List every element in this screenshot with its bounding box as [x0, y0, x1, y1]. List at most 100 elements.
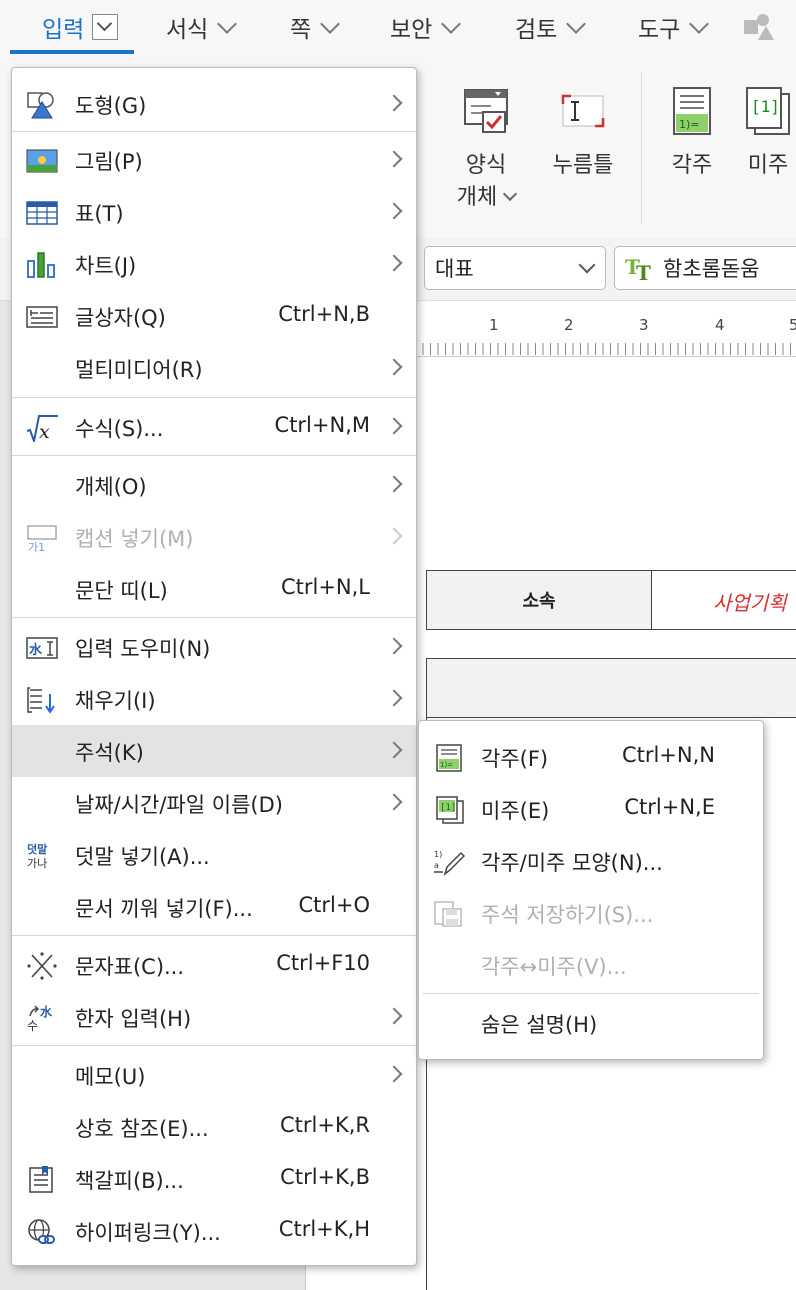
menu-item-label: 한자 입력(H)	[75, 1007, 192, 1031]
menu-item-label: 글상자(Q)	[75, 306, 166, 330]
svg-text:1)=: 1)=	[440, 761, 453, 769]
menu-item-multimedia[interactable]: 멀티미디어(R)	[12, 342, 416, 394]
svg-text:덧말: 덧말	[27, 842, 47, 856]
endnote-button[interactable]: [1] 미주	[740, 86, 796, 182]
menu-item-annotation[interactable]: 주석(K)	[12, 725, 416, 777]
menu-item-label: 문단 띠(L)	[75, 579, 168, 603]
chevron-right-icon	[385, 689, 403, 707]
style-combo[interactable]: 대표	[424, 246, 606, 290]
hyperlink-icon	[28, 1219, 55, 1244]
chevron-right-icon	[385, 1065, 403, 1083]
tab-input[interactable]: 입력	[42, 10, 119, 44]
menu-item-symbol[interactable]: 문자표(C)... Ctrl+F10	[12, 939, 416, 991]
svg-text:가나: 가나	[27, 857, 47, 870]
shape-icon	[27, 92, 54, 119]
menu-item-textbox[interactable]: 글상자(Q) Ctrl+N,B	[12, 290, 416, 342]
tab-page-label: 쪽	[290, 17, 312, 43]
menu-item-hanja-input[interactable]: 水 수 한자 입력(H)	[12, 991, 416, 1043]
menu-item-chart[interactable]: 차트(J)	[12, 238, 416, 290]
menu-item-paragraph-band[interactable]: 문단 띠(L) Ctrl+N,L	[12, 563, 416, 615]
hanja-icon: 水 수	[27, 1004, 53, 1032]
footnote-button[interactable]: 1)= 각주	[664, 86, 720, 182]
menu-item-label: 날짜/시간/파일 이름(D)	[75, 793, 283, 817]
svg-text:1)=: 1)=	[679, 118, 700, 131]
tab-format[interactable]: 서식	[166, 10, 238, 44]
menu-item-table[interactable]: 표(T)	[12, 186, 416, 238]
tab-security[interactable]: 보안	[390, 10, 462, 44]
menu-item-formula[interactable]: x 수식(S)... Ctrl+N,M	[12, 401, 416, 453]
chevron-down-icon	[578, 256, 596, 274]
chevron-right-icon	[385, 741, 403, 759]
menu-separator	[12, 935, 416, 936]
menu-item-hyperlink[interactable]: 하이퍼링크(Y)... Ctrl+K,H	[12, 1205, 416, 1257]
menu-item-date-time-filename[interactable]: 날짜/시간/파일 이름(D)	[12, 777, 416, 829]
menu-item-label: 상호 참조(E)...	[75, 1117, 209, 1141]
menu-item-input-helper[interactable]: 水 입력 도우미(N)	[12, 621, 416, 673]
menu-item-label: 메모(U)	[75, 1065, 146, 1089]
menu-item-label: 주석(K)	[75, 741, 144, 765]
svg-text:T: T	[636, 261, 651, 282]
menu-item-label: 각주/미주 모양(N)...	[481, 851, 663, 875]
font-combo-value: 함초롬돋움	[663, 257, 760, 281]
menu-item-label: 책갈피(B)...	[75, 1169, 184, 1193]
menu-item-label: 각주(F)	[481, 747, 549, 771]
document-table-row[interactable]	[426, 658, 796, 718]
textbox-icon	[26, 306, 58, 328]
caption-icon: 가1	[27, 525, 57, 552]
chevron-down-icon[interactable]	[92, 14, 119, 40]
chevron-right-icon	[385, 94, 403, 112]
submenu-item-endnote[interactable]: [1] 미주(E) Ctrl+N,E	[419, 783, 763, 835]
chevron-right-icon	[385, 793, 403, 811]
menu-item-picture[interactable]: 그림(P)	[12, 134, 416, 186]
table-cell-value[interactable]: 사업기획	[713, 587, 787, 616]
svg-text:水: 水	[40, 1004, 53, 1019]
fill-icon	[27, 687, 55, 714]
submenu-item-note-format[interactable]: 1) a 각주/미주 모양(N)...	[419, 835, 763, 887]
menu-item-insert-document[interactable]: 문서 끼워 넣기(F)... Ctrl+O	[12, 881, 416, 933]
tab-tools[interactable]: 도구	[638, 10, 710, 44]
ruler-mark: 1	[489, 316, 499, 334]
footnote-label: 각주	[671, 153, 713, 178]
menu-separator	[12, 397, 416, 398]
horizontal-ruler[interactable]: 1 2 3 4 5	[415, 310, 796, 357]
chevron-down-icon	[503, 186, 518, 202]
submenu-item-footnote[interactable]: 1)= 각주(F) Ctrl+N,N	[419, 731, 763, 783]
menu-item-memo[interactable]: 메모(U)	[12, 1049, 416, 1101]
menu-item-shortcut: Ctrl+N,N	[621, 743, 715, 767]
chevron-right-icon	[385, 417, 403, 435]
chevron-down-icon	[566, 14, 587, 34]
menu-item-cross-reference[interactable]: 상호 참조(E)... Ctrl+K,R	[12, 1101, 416, 1153]
endnote-icon: [1]	[746, 87, 790, 135]
menu-item-object[interactable]: 개체(O)	[12, 459, 416, 511]
menu-item-shortcut: Ctrl+K,H	[278, 1217, 370, 1241]
menu-item-shortcut: Ctrl+O	[298, 893, 371, 917]
menu-separator	[423, 993, 759, 994]
menu-item-ruby-text[interactable]: 덧말 가나 덧말 넣기(A)...	[12, 829, 416, 881]
ruler-mark: 4	[715, 316, 725, 334]
shapes-quick-icon[interactable]	[742, 10, 774, 42]
stamp-field-button[interactable]: 누름틀	[546, 86, 620, 182]
menu-item-label: 차트(J)	[75, 254, 137, 278]
menu-item-label: 각주↔미주(V)...	[481, 955, 627, 979]
submenu-item-save-notes[interactable]: 주석 저장하기(S)...	[419, 887, 763, 939]
menu-item-fill[interactable]: 채우기(I)	[12, 673, 416, 725]
ruler-mark: 5	[789, 316, 796, 334]
table-cell-label[interactable]: 소속	[427, 571, 652, 629]
tab-review[interactable]: 검토	[515, 10, 587, 44]
menu-separator	[12, 617, 416, 618]
document-table[interactable]: 소속 사업기획	[426, 570, 796, 630]
submenu-item-swap-notes[interactable]: 각주↔미주(V)...	[419, 939, 763, 991]
font-combo[interactable]: T T 함초롬돋움	[614, 246, 796, 290]
svg-text:a: a	[434, 861, 439, 870]
chevron-down-icon	[217, 14, 238, 34]
form-object-button[interactable]: 양식 개체	[455, 86, 518, 214]
submenu-item-hidden-comment[interactable]: 숨은 설명(H)	[419, 997, 763, 1049]
svg-text:[1]: [1]	[440, 803, 456, 813]
menu-item-insert-caption[interactable]: 가1 캡션 넣기(M)	[12, 511, 416, 563]
menu-item-label: 주석 저장하기(S)...	[481, 903, 654, 927]
menu-item-bookmark[interactable]: 책갈피(B)... Ctrl+K,B	[12, 1153, 416, 1205]
tab-page[interactable]: 쪽	[290, 10, 341, 44]
menu-item-shape[interactable]: 도형(G)	[12, 78, 416, 130]
menu-item-label: 문서 끼워 넣기(F)...	[75, 897, 253, 921]
menu-item-label: 숨은 설명(H)	[481, 1013, 598, 1037]
